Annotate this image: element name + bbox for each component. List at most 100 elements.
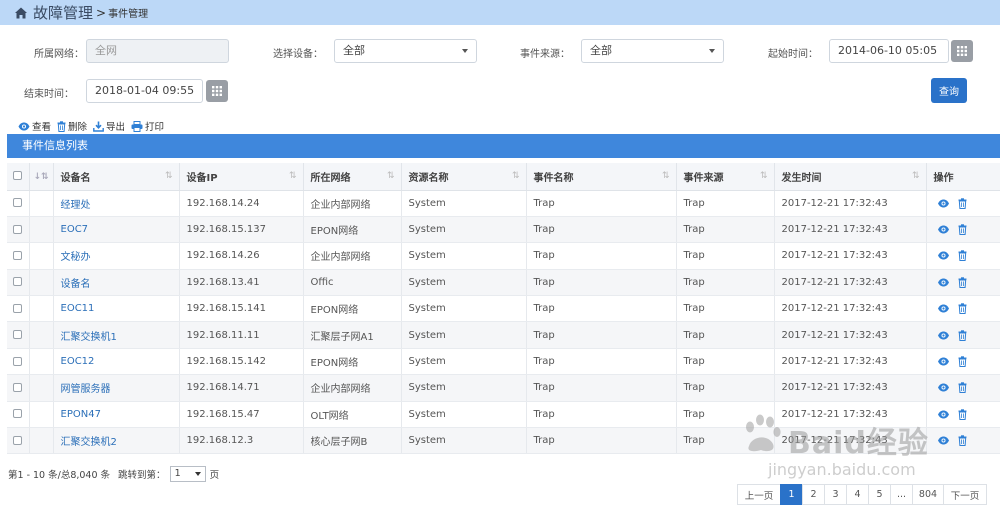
table-row[interactable]: EOC12 192.168.15.142 EPON网络 System Trap Trap 2… — [7, 348, 1000, 376]
delete-button[interactable]: 删除 — [57, 119, 87, 133]
actions-cell — [926, 242, 1000, 270]
sort-icon: ⇅ — [759, 171, 768, 181]
device-name-link[interactable]: 经理处 — [61, 200, 91, 211]
resource-cell: System — [401, 216, 527, 244]
delete-label: 删除 — [68, 122, 88, 133]
record-summary: 第1 - 10 条/总8,040 条 — [8, 470, 111, 481]
eye-icon[interactable] — [937, 278, 950, 287]
event-cell: Trap — [526, 321, 677, 349]
table-row[interactable]: 设备名 192.168.13.41 Offic System Trap Trap 2017-… — [7, 269, 1000, 297]
col-network[interactable]: 所在网络 ⇅ — [303, 163, 402, 191]
trash-icon[interactable] — [958, 356, 967, 368]
device-name-link[interactable]: EOC7 — [61, 224, 89, 235]
eye-icon[interactable] — [937, 331, 950, 340]
device-name-link[interactable]: EOC12 — [61, 356, 95, 367]
download-icon — [93, 121, 104, 132]
trash-icon[interactable] — [958, 277, 967, 288]
table-row[interactable]: 汇聚交换机1 192.168.11.11 汇聚层子网A1 System Trap Trap… — [7, 321, 1000, 349]
trash-icon[interactable] — [958, 435, 967, 447]
device-name-link[interactable]: EOC11 — [61, 303, 95, 314]
ip-cell: 192.168.15.141 — [179, 295, 304, 323]
trash-icon[interactable] — [958, 224, 967, 236]
col-device-ip[interactable]: 设备IP ⇅ — [179, 163, 304, 191]
table-row[interactable]: 文秘办 192.168.14.26 企业内部网络 System Trap Trap 2017… — [7, 242, 1000, 270]
row-checkbox[interactable] — [13, 198, 22, 208]
start-calendar-button[interactable] — [951, 40, 973, 62]
home-icon[interactable] — [14, 6, 28, 20]
order-sort-header[interactable]: ↓⇅ — [29, 163, 54, 191]
device-select[interactable]: 全部 — [334, 39, 477, 63]
trash-icon[interactable] — [958, 197, 967, 209]
row-checkbox[interactable] — [13, 250, 22, 260]
col-actions: 操作 — [926, 163, 1000, 191]
trash-icon[interactable] — [958, 303, 967, 315]
col-event-name[interactable]: 事件名称 ⇅ — [526, 163, 677, 191]
row-checkbox[interactable] — [13, 382, 22, 392]
calendar-grid-icon — [212, 86, 222, 96]
device-name-link[interactable]: 设备名 — [61, 279, 91, 290]
time-cell: 2017-12-21 17:32:43 — [774, 348, 927, 376]
row-checkbox[interactable] — [13, 435, 22, 445]
col-device-name[interactable]: 设备名 ⇅ — [53, 163, 180, 191]
eye-icon[interactable] — [937, 357, 950, 366]
trash-icon[interactable] — [958, 409, 967, 420]
breadcrumb-separator: > — [96, 5, 107, 20]
table-row[interactable]: EOC7 192.168.15.137 EPON网络 System Trap Trap 20… — [7, 216, 1000, 244]
trash-icon[interactable] — [958, 329, 967, 341]
table-row[interactable]: 经理处 192.168.14.24 企业内部网络 System Trap Trap 2017… — [7, 190, 1000, 217]
event-cell: Trap — [526, 348, 677, 376]
source-cell: Trap — [676, 269, 775, 297]
top-bar: 故障管理 > 事件管理 — [0, 0, 1000, 25]
col-resource[interactable]: 资源名称 ⇅ — [401, 163, 527, 191]
eye-icon[interactable] — [937, 225, 950, 234]
ip-cell: 192.168.14.26 — [179, 242, 304, 270]
row-order-cell — [29, 216, 54, 244]
end-time-input[interactable]: 2018-01-04 09:55 — [86, 79, 203, 103]
start-time-input[interactable]: 2014-06-10 05:05 — [829, 39, 949, 63]
page-jump-value: 1 — [174, 468, 181, 479]
device-name-link[interactable]: 汇聚交换机2 — [61, 437, 117, 448]
jump-label: 跳转到第： — [118, 470, 166, 481]
device-name-link[interactable]: EPON47 — [61, 409, 101, 420]
select-all-checkbox[interactable] — [13, 171, 22, 181]
print-button[interactable]: 打印 — [131, 119, 164, 133]
source-select[interactable]: 全部 — [581, 39, 724, 63]
select-all-cell — [7, 163, 30, 191]
device-name-cell: EPON47 — [53, 401, 180, 429]
device-name-cell: EOC11 — [53, 295, 180, 323]
row-checkbox[interactable] — [13, 409, 22, 419]
eye-icon[interactable] — [937, 199, 950, 208]
actions-cell — [926, 216, 1000, 244]
network-cell: EPON网络 — [303, 216, 402, 244]
printer-icon — [131, 120, 143, 132]
row-checkbox[interactable] — [13, 277, 22, 287]
eye-icon[interactable] — [937, 251, 950, 260]
table-row[interactable]: 网管服务器 192.168.14.71 企业内部网络 System Trap Trap 20… — [7, 374, 1000, 402]
row-checkbox[interactable] — [13, 330, 22, 340]
row-checkbox[interactable] — [13, 224, 22, 234]
time-cell: 2017-12-21 17:32:43 — [774, 269, 927, 297]
col-event-source[interactable]: 事件来源 ⇅ — [676, 163, 775, 191]
resource-cell: System — [401, 348, 527, 376]
trash-icon[interactable] — [958, 250, 967, 262]
row-checkbox[interactable] — [13, 356, 22, 366]
network-cell: 核心层子网B — [303, 427, 402, 455]
device-name-link[interactable]: 网管服务器 — [61, 384, 111, 395]
network-cell: 企业内部网络 — [303, 242, 402, 270]
table-row[interactable]: EOC11 192.168.15.141 EPON网络 System Trap Trap 2… — [7, 295, 1000, 323]
device-name-link[interactable]: 文秘办 — [61, 252, 91, 263]
view-button[interactable]: 查看 — [18, 119, 51, 133]
trash-icon[interactable] — [958, 382, 967, 394]
end-calendar-button[interactable] — [206, 80, 228, 102]
sort-icon: ⇅ — [661, 171, 670, 181]
device-name-link[interactable]: 汇聚交换机1 — [61, 332, 117, 343]
eye-icon[interactable] — [937, 304, 950, 313]
page-suffix: 页 — [209, 470, 220, 481]
col-time[interactable]: 发生时间 ⇅ — [774, 163, 927, 191]
row-order-cell — [29, 374, 54, 402]
export-button[interactable]: 导出 — [93, 119, 125, 133]
eye-icon[interactable] — [937, 383, 950, 392]
row-checkbox[interactable] — [13, 303, 22, 313]
query-button[interactable]: 查询 — [931, 78, 967, 103]
page-jump-select[interactable]: 1 — [169, 466, 206, 482]
